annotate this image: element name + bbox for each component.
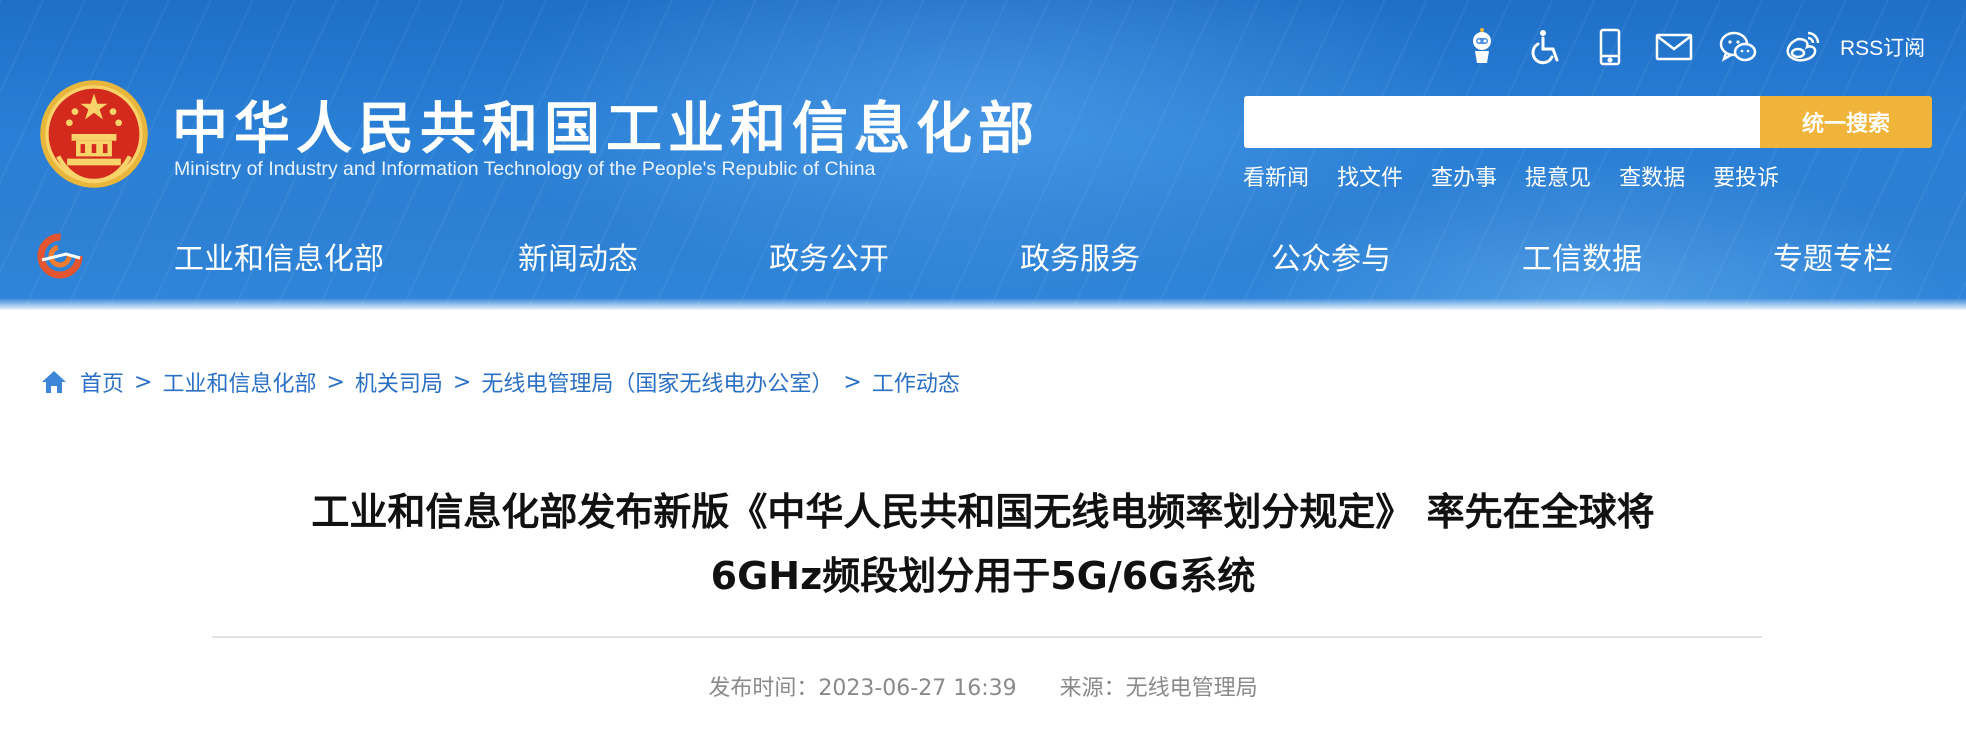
breadcrumb-separator: > (843, 369, 862, 395)
site-header: 中华人民共和国工业和信息化部 Ministry of Industry and … (0, 0, 1966, 310)
nav-item-participation[interactable]: 公众参与 (1271, 234, 1391, 278)
rss-link[interactable]: RSS订阅 (1840, 32, 1925, 62)
article-meta: 发布时间：2023-06-27 16:39 来源：无线电管理局 (0, 670, 1966, 702)
nav-item-services[interactable]: 政务服务 (1020, 234, 1140, 278)
weibo-icon[interactable] (1780, 25, 1824, 69)
publish-time: 发布时间：2023-06-27 16:39 (708, 676, 1016, 701)
quick-links: 看新闻 找文件 查办事 提意见 查数据 要投诉 (1243, 160, 1807, 192)
breadcrumb-work-news[interactable]: 工作动态 (872, 366, 960, 398)
miit-logo-icon[interactable] (36, 232, 84, 280)
site-title: 中华人民共和国工业和信息化部 (172, 97, 1040, 162)
breadcrumb: 首页 > 工业和信息化部 > 机关司局 > 无线电管理局（国家无线电办公室） >… (40, 366, 960, 398)
breadcrumb-separator: > (134, 369, 153, 395)
quick-link-services[interactable]: 查办事 (1431, 160, 1497, 192)
quick-link-documents[interactable]: 找文件 (1337, 160, 1403, 192)
search-box: 统一搜索 (1244, 96, 1932, 148)
search-input[interactable] (1244, 96, 1760, 148)
nav-item-data[interactable]: 工信数据 (1522, 234, 1642, 278)
title-divider (212, 636, 1762, 638)
breadcrumb-separator: > (326, 369, 345, 395)
utility-bar: RSS订阅 (1460, 22, 1925, 72)
home-icon[interactable] (40, 368, 68, 396)
breadcrumb-separator: > (452, 369, 472, 395)
source-value: 无线电管理局 (1125, 676, 1258, 701)
publish-time-label: 发布时间： (708, 676, 819, 701)
national-emblem-icon[interactable] (38, 78, 150, 190)
breadcrumb-ministry[interactable]: 工业和信息化部 (162, 366, 316, 398)
quick-link-data[interactable]: 查数据 (1619, 160, 1685, 192)
nav-item-public-affairs[interactable]: 政务公开 (769, 234, 889, 278)
search-button[interactable]: 统一搜索 (1760, 96, 1932, 148)
nav-item-ministry[interactable]: 工业和信息化部 (174, 234, 384, 278)
article-source: 来源：无线电管理局 (1060, 676, 1258, 701)
mobile-icon[interactable] (1588, 25, 1632, 69)
article-title: 工业和信息化部发布新版《中华人民共和国无线电频率划分规定》 率先在全球将 6GH… (212, 480, 1754, 608)
accessibility-icon[interactable] (1524, 25, 1568, 69)
quick-link-feedback[interactable]: 提意见 (1525, 160, 1591, 192)
nav-item-topics[interactable]: 专题专栏 (1773, 234, 1893, 278)
breadcrumb-home[interactable]: 首页 (80, 366, 124, 398)
nav-item-news[interactable]: 新闻动态 (518, 234, 638, 278)
breadcrumb-departments[interactable]: 机关司局 (355, 366, 443, 398)
source-label: 来源： (1059, 676, 1126, 701)
breadcrumb-radio-bureau[interactable]: 无线电管理局（国家无线电办公室） (481, 366, 833, 398)
quick-link-news[interactable]: 看新闻 (1243, 160, 1309, 192)
main-nav: 工业和信息化部 新闻动态 政务公开 政务服务 公众参与 工信数据 专题专栏 (0, 228, 1966, 284)
publish-time-value: 2023-06-27 16:39 (818, 676, 1017, 701)
robot-assistant-icon[interactable] (1460, 25, 1504, 69)
article-title-line1: 工业和信息化部发布新版《中华人民共和国无线电频率划分规定》 率先在全球将 (311, 490, 1655, 534)
quick-link-complaint[interactable]: 要投诉 (1713, 160, 1779, 192)
wechat-icon[interactable] (1716, 25, 1760, 69)
site-subtitle: Ministry of Industry and Information Tec… (174, 158, 876, 180)
article-title-line2: 6GHz频段划分用于5G/6G系统 (710, 554, 1256, 598)
mail-icon[interactable] (1652, 25, 1696, 69)
